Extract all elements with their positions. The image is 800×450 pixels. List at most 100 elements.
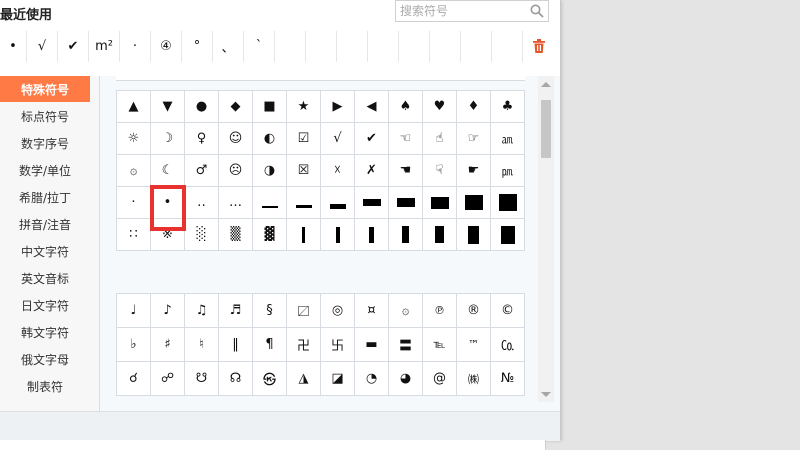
symbol-cell[interactable]: ● (185, 91, 219, 123)
symbol-cell[interactable]: 卍 (287, 328, 321, 362)
symbol-cell[interactable]: ℗ (423, 294, 457, 328)
recent-symbol[interactable]: ` (244, 31, 275, 62)
symbol-cell[interactable]: ◎ (321, 294, 355, 328)
recent-symbol[interactable]: • (0, 31, 27, 62)
symbol-cell[interactable] (457, 187, 491, 219)
symbol-cell[interactable]: ☝ (423, 123, 457, 155)
symbol-cell[interactable]: ◔ (355, 362, 389, 396)
symbol-cell[interactable]: ♬ (219, 294, 253, 328)
sidebar-item[interactable]: 特殊符号 (0, 76, 90, 102)
symbol-cell[interactable]: ☍ (151, 362, 185, 396)
symbol-cell[interactable]: ☺ (219, 123, 253, 155)
symbol-cell[interactable]: ◪ (321, 362, 355, 396)
sidebar-item[interactable]: 俄文字母 (0, 346, 90, 372)
symbol-cell[interactable]: ‥ (185, 187, 219, 219)
symbol-cell[interactable]: ░ (185, 219, 219, 251)
symbol-cell[interactable]: ♥ (423, 91, 457, 123)
symbol-cell[interactable]: ☒ (287, 155, 321, 187)
sidebar-item[interactable]: 英文音标 (0, 265, 90, 291)
symbol-cell[interactable]: ㏂ (491, 123, 525, 155)
symbol-cell[interactable] (423, 219, 457, 251)
symbol-cell[interactable]: ☊ (219, 362, 253, 396)
recent-symbol[interactable]: ° (182, 31, 213, 62)
sidebar-item[interactable]: 制表符 (0, 373, 90, 399)
recent-symbol[interactable]: ④ (151, 31, 182, 62)
symbol-cell[interactable]: ☛ (457, 155, 491, 187)
recent-symbol[interactable]: · (120, 31, 151, 62)
symbol-cell[interactable]: ㏘ (491, 155, 525, 187)
symbol-cell[interactable] (321, 187, 355, 219)
symbol-cell[interactable]: © (491, 294, 525, 328)
symbol-cell[interactable] (491, 187, 525, 219)
symbol-cell[interactable]: ☌ (117, 362, 151, 396)
symbol-cell[interactable]: √ (321, 123, 355, 155)
symbol-cell[interactable]: ¤ (355, 294, 389, 328)
symbol-cell[interactable]: ▓ (253, 219, 287, 251)
symbol-cell[interactable]: ☓ (321, 155, 355, 187)
scrollbar[interactable] (538, 76, 554, 402)
symbol-cell[interactable]: ☑ (287, 123, 321, 155)
symbol-cell[interactable]: ☾ (151, 155, 185, 187)
sidebar-item[interactable]: 数学/单位 (0, 157, 90, 183)
symbol-cell[interactable]: ∷ (117, 219, 151, 251)
symbol-cell[interactable]: § (253, 294, 287, 328)
sidebar-item[interactable]: 韩文字符 (0, 319, 90, 345)
symbol-cell[interactable]: ۞ (117, 155, 151, 187)
symbol-cell[interactable]: ◆ (219, 91, 253, 123)
symbol-cell[interactable]: ☜ (389, 123, 423, 155)
symbol-cell[interactable]: ♭ (117, 328, 151, 362)
recent-symbol[interactable]: √ (27, 31, 58, 62)
symbol-cell[interactable]: 〼 (287, 294, 321, 328)
symbol-cell[interactable] (355, 219, 389, 251)
symbol-cell[interactable]: ♂ (185, 155, 219, 187)
symbol-cell[interactable]: ™ (457, 328, 491, 362)
symbol-cell[interactable]: ✔ (355, 123, 389, 155)
symbol-cell[interactable]: ☽ (151, 123, 185, 155)
symbol-cell[interactable]: ▲ (117, 91, 151, 123)
symbol-cell[interactable]: 〓 (389, 328, 423, 362)
symbol-cell[interactable]: ♣ (491, 91, 525, 123)
symbol-cell[interactable]: ® (457, 294, 491, 328)
symbol-cell[interactable]: … (219, 187, 253, 219)
symbol-cell[interactable]: ☟ (423, 155, 457, 187)
recent-symbol[interactable]: ✔ (58, 31, 89, 62)
symbol-cell[interactable]: ♪ (151, 294, 185, 328)
symbol-cell[interactable]: @ (423, 362, 457, 396)
symbol-cell[interactable] (389, 187, 423, 219)
symbol-cell[interactable]: ✗ (355, 155, 389, 187)
symbol-cell[interactable]: ★ (287, 91, 321, 123)
symbol-cell[interactable]: ♮ (185, 328, 219, 362)
symbol-cell[interactable]: ♀ (185, 123, 219, 155)
symbol-cell[interactable]: ♫ (185, 294, 219, 328)
symbol-cell[interactable]: ㈱ (457, 362, 491, 396)
sidebar-item[interactable]: 数字序号 (0, 130, 90, 156)
symbol-cell[interactable]: ☹ (219, 155, 253, 187)
symbol-cell[interactable]: ■ (253, 91, 287, 123)
sidebar-item[interactable]: 标点符号 (0, 103, 90, 129)
search-icon[interactable] (530, 4, 544, 18)
search-box[interactable] (395, 0, 549, 22)
symbol-cell[interactable]: ◀ (355, 91, 389, 123)
symbol-cell[interactable]: ۞ (389, 294, 423, 328)
symbol-cell[interactable] (389, 219, 423, 251)
symbol-cell[interactable]: ◑ (253, 155, 287, 187)
trash-icon[interactable] (532, 38, 546, 54)
symbol-cell[interactable] (287, 219, 321, 251)
symbol-cell[interactable] (287, 187, 321, 219)
sidebar-item[interactable]: 日文字符 (0, 292, 90, 318)
symbol-cell[interactable]: ♯ (151, 328, 185, 362)
symbol-cell[interactable]: № (491, 362, 525, 396)
symbol-cell[interactable]: ☞ (457, 123, 491, 155)
symbol-cell[interactable]: ¶ (253, 328, 287, 362)
scrollbar-thumb[interactable] (541, 100, 551, 158)
symbol-cell[interactable]: ◮ (287, 362, 321, 396)
symbol-cell[interactable]: · (117, 187, 151, 219)
symbol-cell[interactable]: ☋ (185, 362, 219, 396)
symbol-cell[interactable]: ▼ (151, 91, 185, 123)
symbol-cell[interactable] (355, 187, 389, 219)
symbol-cell[interactable]: ♦ (457, 91, 491, 123)
symbol-cell[interactable]: ㏇ (491, 328, 525, 362)
symbol-cell[interactable]: ☚ (389, 155, 423, 187)
symbol-cell[interactable]: ▒ (219, 219, 253, 251)
symbol-cell[interactable] (253, 187, 287, 219)
